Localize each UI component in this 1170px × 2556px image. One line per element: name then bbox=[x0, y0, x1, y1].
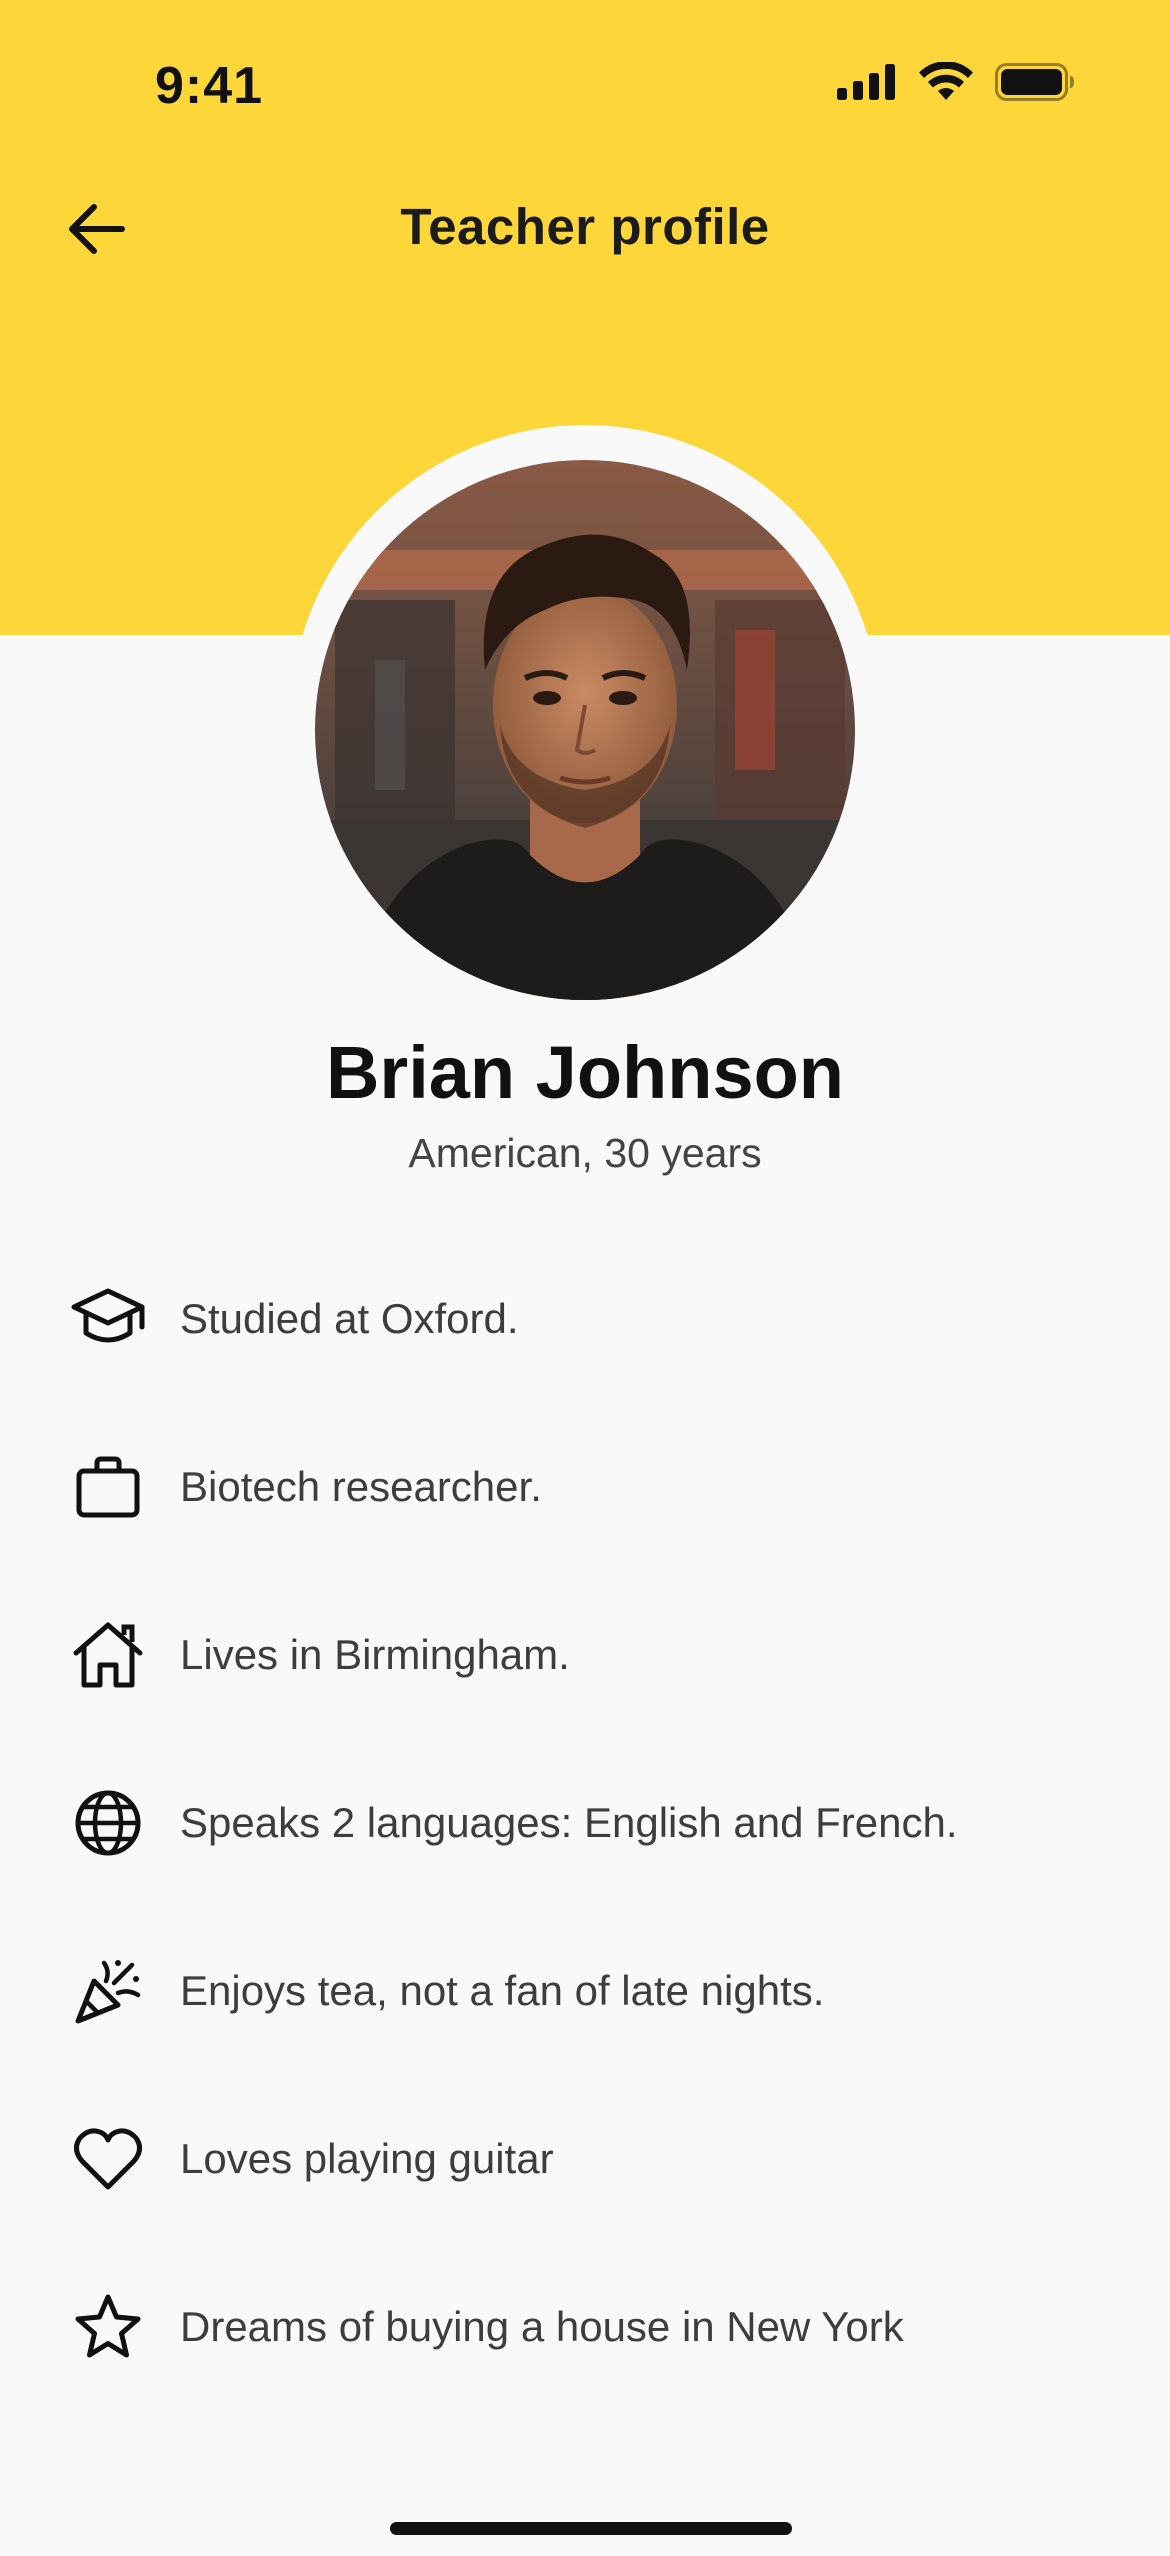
page-title: Teacher profile bbox=[400, 198, 770, 255]
list-item: Studied at Oxford. bbox=[70, 1269, 519, 1369]
cellular-signal-icon bbox=[837, 64, 897, 105]
fact-text: Loves playing guitar bbox=[180, 2135, 554, 2182]
status-icons bbox=[837, 61, 1075, 107]
list-item: Lives in Birmingham. bbox=[70, 1605, 570, 1705]
teacher-subtitle: American, 30 years bbox=[408, 1130, 762, 1176]
list-item: Biotech researcher. bbox=[70, 1437, 542, 1537]
home-icon bbox=[70, 1617, 146, 1693]
home-indicator[interactable] bbox=[390, 2522, 792, 2535]
fact-text: Dreams of buying a house in New York bbox=[180, 2303, 904, 2350]
fact-text: Enjoys tea, not a fan of late nights. bbox=[180, 1967, 825, 2014]
star-icon bbox=[70, 2289, 146, 2365]
heart-icon bbox=[70, 2121, 146, 2197]
avatar bbox=[315, 460, 855, 1000]
globe-icon bbox=[70, 1785, 146, 1861]
fact-text: Speaks 2 languages: English and French. bbox=[180, 1799, 958, 1846]
briefcase-icon bbox=[70, 1449, 146, 1525]
list-item: Speaks 2 languages: English and French. bbox=[70, 1773, 958, 1873]
battery-icon bbox=[995, 63, 1075, 106]
wifi-icon bbox=[919, 61, 973, 107]
fact-text: Biotech researcher. bbox=[180, 1463, 542, 1510]
party-popper-icon bbox=[70, 1953, 146, 2029]
graduation-cap-icon bbox=[70, 1281, 146, 1357]
fact-text: Lives in Birmingham. bbox=[180, 1631, 570, 1678]
list-item: Enjoys tea, not a fan of late nights. bbox=[70, 1941, 824, 2041]
status-time: 9:41 bbox=[155, 57, 264, 115]
teacher-profile-screen: 9:41 Teacher profile Brian Johnson Ameri… bbox=[0, 0, 1170, 2556]
fact-text: Studied at Oxford. bbox=[180, 1295, 519, 1342]
list-item: Loves playing guitar bbox=[70, 2109, 554, 2209]
teacher-name: Brian Johnson bbox=[325, 1031, 845, 1114]
list-item: Dreams of buying a house in New York bbox=[70, 2277, 904, 2377]
